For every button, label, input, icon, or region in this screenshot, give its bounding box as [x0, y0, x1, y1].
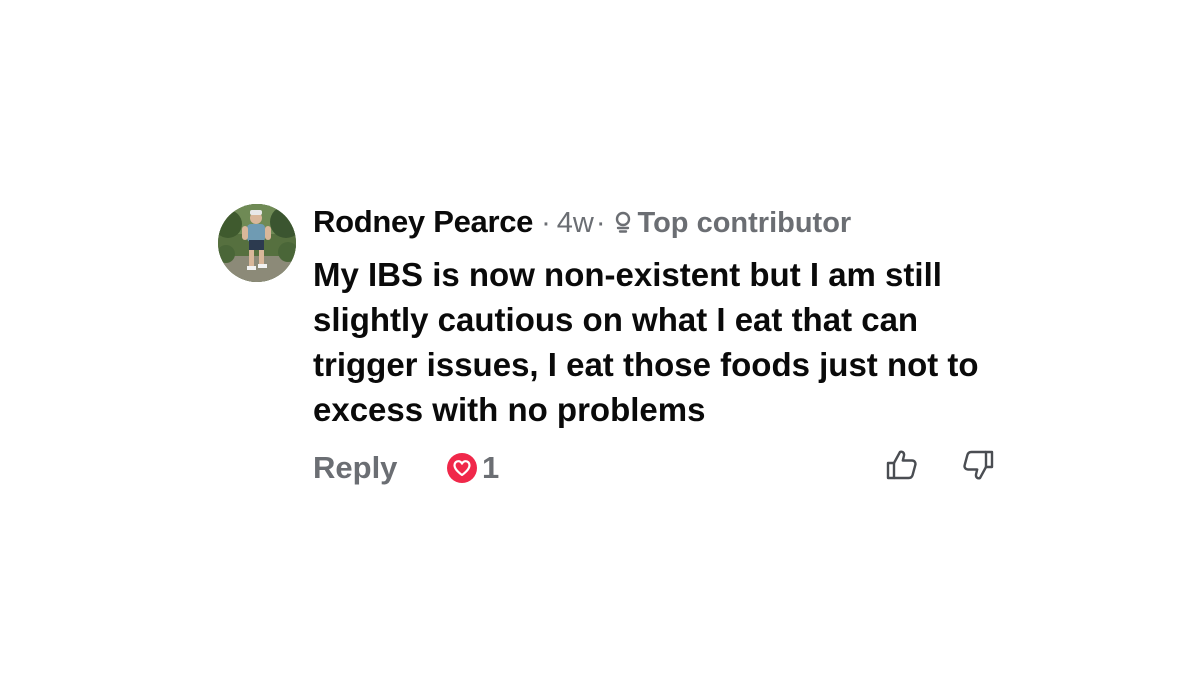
thumbs-down-icon[interactable]	[961, 448, 995, 482]
comment-body: Rodney Pearce · 4w · Top contributor My …	[313, 204, 1008, 498]
reply-button[interactable]: Reply	[313, 450, 397, 486]
author-name[interactable]: Rodney Pearce	[313, 204, 533, 240]
heart-icon	[447, 453, 477, 483]
meta-separator: ·	[541, 207, 551, 239]
avatar-image	[218, 204, 296, 282]
comment-actions: Reply 1	[313, 446, 1008, 498]
thumbs-up-icon[interactable]	[885, 448, 919, 482]
comment-text: My IBS is now non-existent but I am stil…	[313, 256, 979, 428]
comment-meta: Rodney Pearce · 4w · Top contributor	[313, 204, 1008, 248]
top-contributor-icon	[614, 211, 632, 235]
reaction-summary[interactable]: 1	[447, 450, 499, 486]
reaction-count: 1	[482, 450, 500, 485]
top-contributor-badge: Top contributor	[637, 207, 852, 239]
avatar[interactable]	[218, 204, 296, 282]
comment-age[interactable]: 4w	[557, 207, 594, 240]
meta-separator-2: ·	[595, 207, 606, 239]
